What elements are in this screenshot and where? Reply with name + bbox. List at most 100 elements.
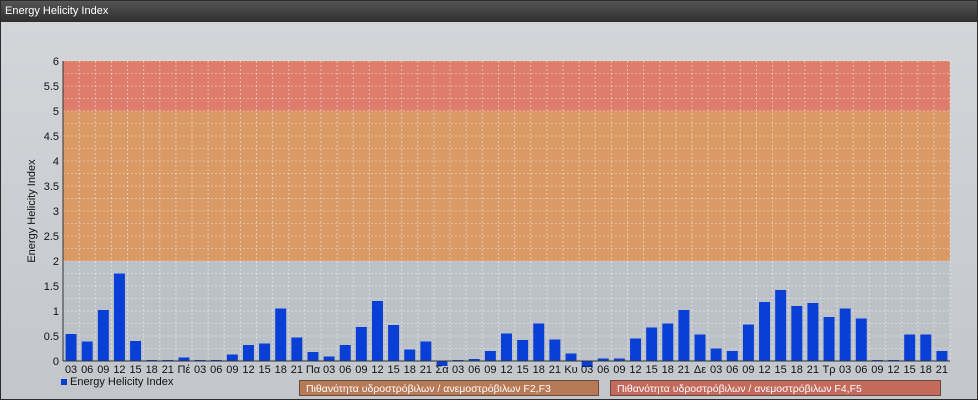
bar-53 (920, 334, 932, 361)
y-axis-title: Energy Helicity Index (26, 159, 38, 263)
x-tick-label: 15 (517, 364, 529, 376)
x-tick-label: 18 (662, 364, 674, 376)
bar-31 (565, 353, 577, 361)
bar-3 (113, 273, 125, 361)
bar-46 (807, 303, 819, 361)
y-tick-label: 5.5 (44, 81, 59, 93)
bar-13 (275, 308, 287, 361)
x-tick-label: 21 (678, 364, 690, 376)
y-tick-label: 1 (53, 306, 59, 318)
energy-helicity-chart: 0 0.5 1 1.5 2 2.5 3 3.5 4 4.5 5 5.5 6 Energy Helicity… (26, 56, 951, 376)
x-tick-label: 21 (291, 364, 303, 376)
x-tick-label: 15 (387, 364, 399, 376)
x-tick-label: Σα (435, 364, 449, 376)
x-tick-label: 21 (162, 364, 174, 376)
bar-7 (178, 357, 190, 361)
x-tick-label: 03 (581, 364, 593, 376)
x-tick-label: 12 (371, 364, 383, 376)
x-tick-label: 18 (404, 364, 416, 376)
x-tick-label: 15 (904, 364, 916, 376)
x-tick-label: 12 (500, 364, 512, 376)
bar-27 (501, 333, 512, 361)
y-tick-label: 3 (53, 206, 59, 218)
bar-48 (839, 308, 851, 361)
bar-12 (259, 343, 271, 361)
bar-15 (307, 352, 319, 361)
x-tick-label: 15 (646, 364, 658, 376)
x-tick-label: 06 (339, 364, 351, 376)
x-tick-label: 21 (549, 364, 561, 376)
bar-22 (420, 341, 432, 361)
legend-band-f2f3: Πιθανότητα υδροστρόβιλων / ανεμοστρόβιλω… (299, 380, 599, 396)
bar-20 (388, 325, 400, 361)
y-tick-label: 0 (53, 356, 59, 368)
x-tick-label: Κυ (564, 364, 577, 376)
x-tick-label: 12 (242, 364, 254, 376)
chart-window: Energy Helicity Index 0 0.5 1 1.5 2 2.5 3 3.5 4 4… (0, 0, 978, 400)
bar-40 (710, 348, 722, 361)
bar-42 (742, 324, 754, 361)
x-tick-label: 06 (210, 364, 222, 376)
bar-19 (371, 301, 383, 361)
x-tick-label: 15 (129, 364, 141, 376)
y-tick-label: 2.5 (44, 231, 59, 243)
x-tick-label: 06 (597, 364, 609, 376)
bar-44 (775, 290, 787, 361)
x-tick-label: 06 (468, 364, 480, 376)
bar-36 (646, 327, 658, 361)
x-tick-label: 03 (65, 364, 77, 376)
legend-band-f4f5: Πιθανότητα υδροστρόβιλων / ανεμοστρόβιλω… (610, 380, 941, 396)
legend-series-label: Energy Helicity Index (70, 376, 174, 388)
x-tick-label: 09 (613, 364, 625, 376)
x-tick-label: 09 (871, 364, 883, 376)
bar-4 (130, 341, 142, 361)
bar-30 (549, 339, 561, 361)
y-tick-label: 0.5 (44, 331, 59, 343)
x-tick-label: Πα (306, 364, 321, 376)
y-tick-label: 2 (53, 256, 59, 268)
window-title: Energy Helicity Index (1, 1, 977, 22)
y-tick-label: 4 (53, 156, 59, 168)
x-tick-label: Τρ (823, 364, 836, 376)
bar-41 (726, 351, 738, 361)
y-tick-label: 6 (53, 56, 59, 68)
bar-49 (855, 318, 867, 361)
y-tick-label: 4.5 (44, 131, 59, 143)
x-tick-label: 03 (323, 364, 335, 376)
x-tick-label: 09 (355, 364, 367, 376)
bar-29 (533, 323, 545, 361)
x-tick-label: 18 (146, 364, 158, 376)
bar-38 (678, 310, 690, 361)
y-tick-label: 1.5 (44, 281, 59, 293)
legend-series-marker (61, 379, 67, 386)
bar-16 (323, 356, 335, 361)
x-tick-label: 12 (887, 364, 899, 376)
x-tick-label: 09 (742, 364, 754, 376)
x-tick-label: 12 (629, 364, 641, 376)
x-tick-label: 21 (807, 364, 819, 376)
x-tick-label: 09 (484, 364, 496, 376)
x-tick-label: 03 (194, 364, 206, 376)
x-tick-label: 15 (258, 364, 270, 376)
x-tick-label: Δε (694, 364, 706, 376)
legend-series: Energy Helicity Index (61, 376, 173, 388)
bar-52 (904, 334, 916, 361)
bar-10 (226, 354, 238, 361)
bar-54 (936, 351, 948, 361)
x-tick-label: 09 (226, 364, 238, 376)
x-tick-label: 18 (275, 364, 287, 376)
x-tick-label: 12 (113, 364, 125, 376)
y-tick-label: 3.5 (44, 181, 59, 193)
x-tick-label: 15 (775, 364, 787, 376)
bar-14 (291, 337, 303, 361)
x-tick-label: 03 (839, 364, 851, 376)
bar-35 (630, 338, 642, 361)
bar-26 (484, 351, 496, 361)
x-tick-label: 12 (758, 364, 770, 376)
x-tick-label: 06 (81, 364, 93, 376)
x-tick-label: 03 (710, 364, 722, 376)
x-tick-label: 06 (726, 364, 738, 376)
bar-28 (517, 340, 529, 361)
y-tick-label: 5 (53, 106, 59, 118)
x-tick-label: Πέ (178, 364, 191, 376)
